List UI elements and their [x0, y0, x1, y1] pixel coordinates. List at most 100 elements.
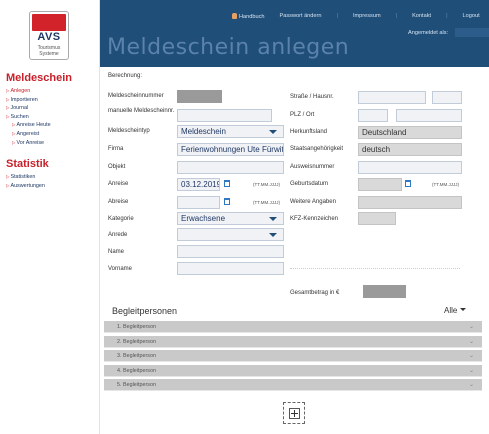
kategorie-value: Erwachsene: [181, 214, 226, 223]
objekt-input[interactable]: [177, 161, 284, 174]
kategorie-select[interactable]: Erwachsene: [177, 212, 284, 225]
divider: [290, 268, 460, 269]
nav-impressum[interactable]: Impressum: [353, 13, 381, 20]
nav-separator: |: [395, 13, 398, 19]
staatsangehoerigkeit-input[interactable]: deutsch: [358, 143, 462, 156]
top-navigation: Handbuch Passwort ändern | Impressum | K…: [232, 13, 480, 20]
begleitperson-label: 3. Begleitperson: [117, 353, 156, 359]
sidebar-item-auswertungen[interactable]: ▷Auswertungen: [6, 182, 45, 191]
begleitperson-row[interactable]: 5. Begleitperson ⌄: [104, 379, 482, 391]
triangle-icon: ▷: [12, 122, 16, 128]
weitere-angaben-input[interactable]: [358, 196, 462, 209]
sidebar-item-anreise-heute[interactable]: ▷Anreise Heute: [6, 121, 51, 130]
chevron-down-icon: [269, 233, 277, 237]
sidebar-section-meldeschein: Meldeschein: [6, 72, 73, 84]
nav-kontakt[interactable]: Kontakt: [412, 13, 431, 20]
filter-value: Alle: [444, 306, 458, 315]
manuelle-nummer-input[interactable]: [177, 109, 272, 122]
anrede-label: Anrede: [108, 232, 128, 238]
triangle-icon: ▷: [6, 88, 10, 93]
name-label: Name: [108, 249, 125, 255]
sidebar-item-statistiken[interactable]: ▷Statistiken: [6, 173, 45, 182]
kfz-input[interactable]: [358, 212, 396, 225]
nav-label: Handbuch: [239, 14, 265, 20]
weitere-angaben-label: Weitere Angaben: [290, 199, 336, 205]
sidebar-item-label: Auswertungen: [10, 182, 45, 189]
meldescheintyp-value: Meldeschein: [181, 127, 226, 136]
sidebar-item-label: Suchen: [10, 113, 29, 120]
calendar-icon[interactable]: [224, 180, 230, 187]
begleitpersonen-filter[interactable]: Alle: [444, 306, 467, 315]
plz-label: PLZ / Ort: [290, 112, 315, 118]
calendar-icon[interactable]: [405, 180, 411, 187]
anreise-label: Anreise: [108, 181, 129, 187]
header: Handbuch Passwort ändern | Impressum | K…: [100, 0, 489, 67]
ort-input[interactable]: [396, 109, 462, 122]
strasse-input[interactable]: [358, 91, 426, 104]
logged-in-user: [455, 28, 489, 37]
name-input[interactable]: [177, 245, 284, 258]
nav-separator: |: [336, 13, 338, 19]
begleitpersonen-title: Begleitpersonen: [112, 306, 178, 316]
meldescheinnummer-field: [177, 90, 222, 103]
chevron-down-icon: [460, 308, 467, 311]
user-icon: [232, 13, 237, 19]
sidebar-nav-meldeschein: ▷Anlegen ▷Importieren ▷Journal ▷Suchen ▷…: [6, 87, 51, 147]
nav-passwort[interactable]: Passwort ändern: [280, 13, 322, 20]
herkunftsland-label: Herkunftsland: [290, 129, 328, 135]
add-begleitperson-button[interactable]: [283, 402, 305, 424]
vorname-label: Vorname: [108, 266, 133, 272]
avs-logo: AVS Tourismus Systeme: [29, 11, 69, 60]
meldescheintyp-select[interactable]: Meldeschein: [177, 125, 284, 138]
begleitperson-label: 1. Begleitperson: [117, 324, 156, 330]
logged-in-label: Angemeldet als:: [408, 30, 449, 36]
firma-input[interactable]: Ferienwohnungen Ute Fürwitt: [177, 143, 284, 156]
herkunftsland-input[interactable]: Deutschland: [358, 126, 462, 139]
meldescheintyp-label: Meldescheintyp: [108, 128, 150, 134]
calendar-icon[interactable]: [224, 198, 230, 205]
sidebar-item-label: Anlegen: [10, 88, 31, 94]
logo-red-band: [32, 14, 66, 31]
nav-logout[interactable]: Logout: [463, 13, 480, 20]
plz-input[interactable]: [358, 109, 388, 122]
triangle-icon: ▷: [6, 174, 10, 179]
ausweisnummer-input[interactable]: [358, 161, 462, 174]
chevron-icon: ⌄: [468, 382, 474, 388]
chevron-icon: ⌄: [468, 339, 474, 345]
sidebar-section-statistik: Statistik: [6, 158, 49, 170]
triangle-icon: ▷: [12, 139, 16, 145]
sidebar-item-label: Vor Anreise: [16, 139, 45, 146]
sidebar-item-vor-anreise[interactable]: ▷Vor Anreise: [6, 139, 51, 148]
anrede-select[interactable]: [177, 228, 284, 241]
hausnr-input[interactable]: [432, 91, 462, 104]
vorname-input[interactable]: [177, 262, 284, 275]
sidebar-item-label: Importieren: [10, 96, 38, 103]
strasse-label: Straße / Hausnr.: [290, 94, 334, 100]
kfz-label: KFZ-Kennzeichen: [290, 216, 339, 222]
sidebar-item-suchen[interactable]: ▷Suchen: [6, 113, 51, 122]
sidebar-item-angereist[interactable]: ▷Angereist: [6, 130, 51, 139]
geburtsdatum-label: Geburtsdatum: [290, 181, 329, 187]
sidebar-nav-statistik: ▷Statistiken ▷Auswertungen: [6, 173, 45, 190]
page-title: Meldeschein anlegen: [107, 35, 350, 60]
sidebar-item-journal[interactable]: ▷Journal: [6, 104, 51, 113]
firma-label: Firma: [108, 146, 124, 152]
anreise-input[interactable]: 03.12.2019: [177, 178, 220, 191]
ausweisnummer-label: Ausweisnummer: [290, 164, 335, 170]
sidebar-item-label: Anreise Heute: [16, 122, 51, 129]
gesamtbetrag-field: [363, 285, 406, 298]
abreise-input[interactable]: [177, 196, 220, 209]
begleitperson-row[interactable]: 1. Begleitperson ⌄: [104, 321, 482, 333]
sidebar-item-importieren[interactable]: ▷Importieren: [6, 96, 51, 105]
sidebar: AVS Tourismus Systeme Meldeschein ▷Anleg…: [0, 0, 100, 434]
nav-handbuch[interactable]: Handbuch: [232, 13, 265, 20]
plus-icon: [289, 408, 300, 419]
begleitperson-row[interactable]: 3. Begleitperson ⌄: [104, 350, 482, 362]
begleitperson-row[interactable]: 4. Begleitperson ⌄: [104, 365, 482, 377]
geburtsdatum-input[interactable]: [358, 178, 402, 191]
staatsangehoerigkeit-label: Staatsangehörigkeit: [290, 146, 344, 152]
begleitperson-row[interactable]: 2. Begleitperson ⌄: [104, 336, 482, 348]
sidebar-item-anlegen[interactable]: ▷Anlegen: [6, 87, 51, 96]
abreise-label: Abreise: [108, 199, 129, 205]
nav-separator: |: [446, 13, 448, 19]
